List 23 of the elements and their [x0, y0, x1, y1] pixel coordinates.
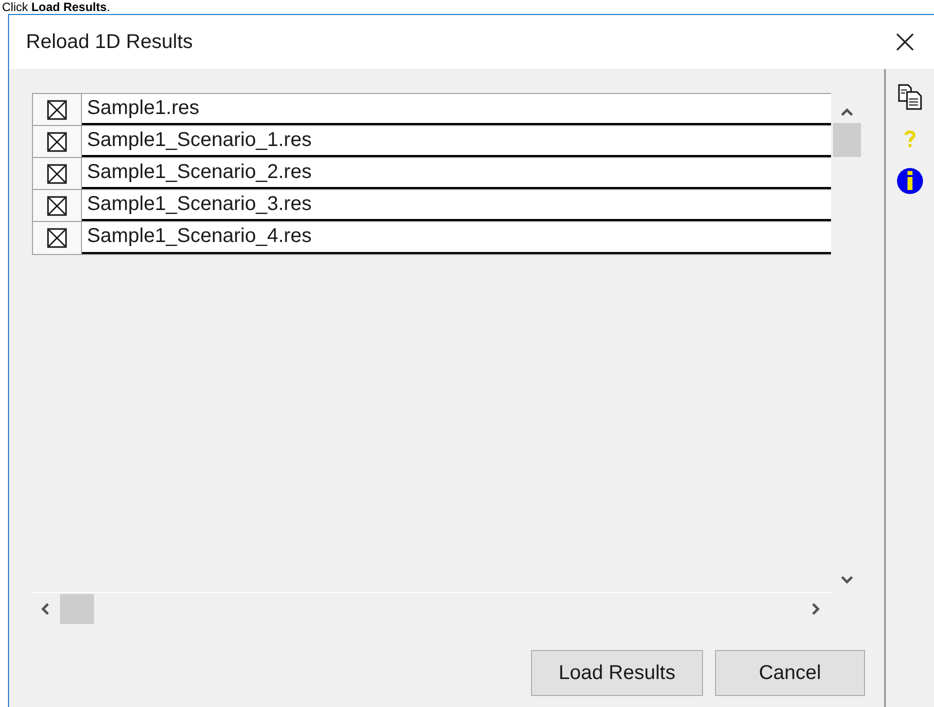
dialog-button[interactable]: Load Results — [531, 650, 703, 696]
scroll-left-icon — [40, 602, 50, 616]
close-icon — [895, 32, 915, 52]
checkbox[interactable] — [47, 100, 67, 120]
scroll-down-icon — [840, 575, 854, 585]
info-icon[interactable] — [896, 167, 924, 195]
scroll-thumb[interactable] — [832, 123, 860, 157]
checkbox[interactable] — [47, 228, 67, 248]
file-name-cell[interactable]: Sample1_Scenario_2.res — [82, 158, 831, 189]
checkbox[interactable] — [47, 132, 67, 152]
file-name-cell[interactable]: Sample1_Scenario_3.res — [82, 190, 831, 221]
dialog-button[interactable]: Cancel — [715, 650, 865, 696]
file-name-cell[interactable]: Sample1_Scenario_1.res — [82, 126, 831, 157]
checkbox[interactable] — [47, 164, 67, 184]
copy-icon[interactable] — [897, 83, 923, 111]
file-name-cell[interactable]: Sample1.res — [82, 94, 831, 125]
checkbox[interactable] — [47, 196, 67, 216]
instruction-text: Click Load Results. — [2, 0, 110, 14]
file-name-cell[interactable]: Sample1_Scenario_4.res — [82, 222, 831, 254]
scroll-up-icon — [840, 107, 854, 117]
scroll-thumb[interactable] — [60, 594, 94, 624]
window-title: Reload 1D Results — [26, 30, 193, 55]
scroll-right-icon — [811, 602, 821, 616]
